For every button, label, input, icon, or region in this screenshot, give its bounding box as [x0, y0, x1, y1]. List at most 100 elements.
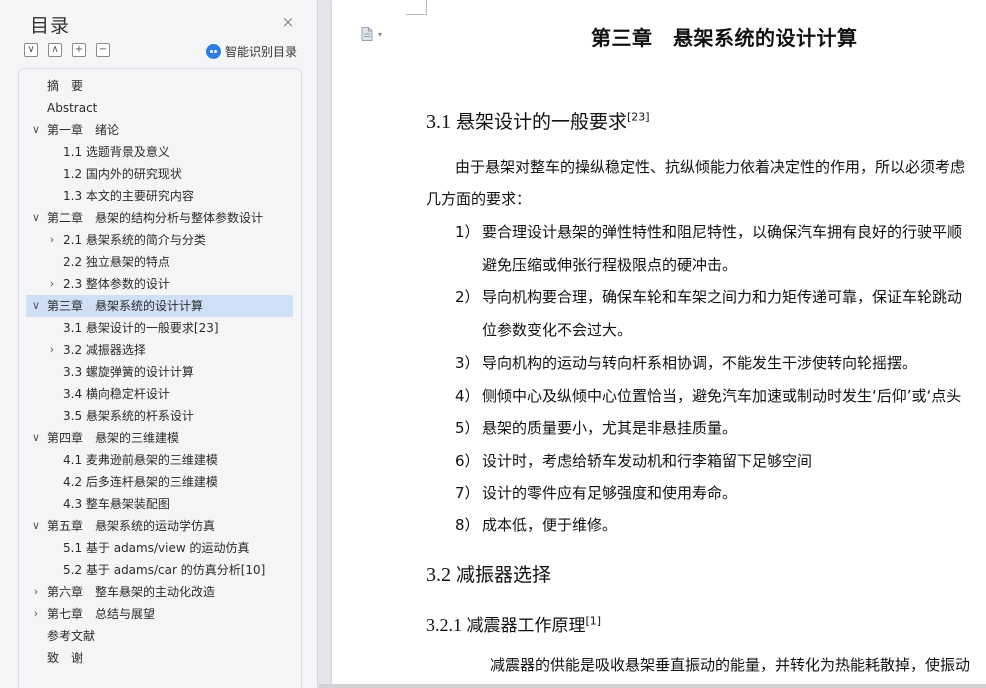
remove-level-button[interactable]: −: [96, 43, 110, 57]
horizontal-scrollbar[interactable]: [319, 684, 986, 688]
paragraph-line: 减震器的供能是吸收悬架垂直振动的能量，并转化为热能耗散掉，使振动: [490, 656, 971, 674]
toc-item[interactable]: Abstract: [26, 97, 293, 119]
toc-item[interactable]: › 第六章 整车悬架的主动化改造: [26, 581, 293, 603]
list-item-number: 2）: [455, 288, 480, 306]
expand-all-button[interactable]: ∧: [48, 43, 62, 57]
toc-item[interactable]: 3.4 横向稳定杆设计: [26, 383, 293, 405]
chapter-title: 第三章 悬架系统的设计计算: [591, 26, 858, 50]
toc-item-label: 2.2 独立悬架的特点: [63, 255, 170, 269]
document-area[interactable]: ▾ 第三章 悬架系统的设计计算 3.1 悬架设计的一般要求[23] 由于悬架对整…: [319, 0, 986, 688]
section-heading-3-2: 3.2 减振器选择: [426, 564, 552, 586]
chevron-down-icon[interactable]: ∨: [30, 119, 42, 141]
smart-toc-label: 智能识别目录: [225, 44, 298, 59]
toc-item-label: Abstract: [47, 101, 98, 115]
toc-item-label: 第六章 整车悬架的主动化改造: [47, 585, 216, 599]
toc-item-label: 1.2 国内外的研究现状: [63, 167, 182, 181]
toc-item[interactable]: › 3.2 减振器选择: [26, 339, 293, 361]
toc-item[interactable]: 4.2 后多连杆悬架的三维建模: [26, 471, 293, 493]
list-item-number: 1）: [455, 223, 480, 241]
toc-item[interactable]: ∨ 第五章 悬架系统的运动学仿真: [26, 515, 293, 537]
list-item: 避免压缩或伸张行程极限点的硬冲击。: [455, 254, 737, 275]
list-item-text: 导向机构要合理，确保车轮和车架之间力和力矩传递可靠，保证车轮跳动: [482, 288, 963, 306]
toc-item[interactable]: ∨ 第三章 悬架系统的设计计算: [26, 295, 293, 317]
chevron-right-icon[interactable]: ›: [30, 603, 42, 625]
toc-item-label: 3.3 螺旋弹簧的设计计算: [63, 365, 194, 379]
list-item: 4） 侧倾中心及纵倾中心位置恰当，避免汽车加速或制动时发生‘后仰’或‘点头: [455, 385, 961, 406]
close-icon[interactable]: ×: [281, 15, 295, 30]
chevron-down-icon[interactable]: ▾: [378, 30, 382, 39]
toc-item[interactable]: 2.2 独立悬架的特点: [26, 251, 293, 273]
list-item-text: 侧倾中心及纵倾中心位置恰当，避免汽车加速或制动时发生‘后仰’或‘点头: [482, 387, 962, 405]
toc-item[interactable]: 5.2 基于 adams/car 的仿真分析[10]: [26, 559, 293, 581]
list-item: 1） 要合理设计悬架的弹性特性和阻尼特性，以确保汽车拥有良好的行驶平顺: [455, 221, 962, 242]
toc-item[interactable]: 4.1 麦弗逊前悬架的三维建模: [26, 449, 293, 471]
paragraph-line: 由于悬架对整车的操纵稳定性、抗纵倾能力依着决定性的作用，所以必须考虑: [455, 158, 966, 176]
document-page[interactable]: ▾ 第三章 悬架系统的设计计算 3.1 悬架设计的一般要求[23] 由于悬架对整…: [332, 0, 986, 684]
list-item-text: 位参数变化不会过大。: [482, 321, 633, 339]
toc-item[interactable]: 致 谢: [26, 647, 293, 669]
chevron-right-icon[interactable]: ›: [46, 273, 58, 295]
toc-item-label: 5.1 基于 adams/view 的运动仿真: [63, 541, 250, 555]
chevron-right-icon[interactable]: ›: [30, 581, 42, 603]
paragraph-line: 几方面的要求：: [426, 190, 532, 208]
list-item: 7） 设计的零件应有足够强度和使用寿命。: [455, 482, 737, 503]
toc-item[interactable]: 摘 要: [26, 75, 293, 97]
smart-toc-button[interactable]: 智能识别目录: [206, 42, 297, 60]
toc-item-label: 3.5 悬架系统的杆系设计: [63, 409, 194, 423]
toc-item-label: 参考文献: [47, 629, 96, 643]
chevron-down-icon[interactable]: ∨: [30, 207, 42, 229]
toc-item-label: 第二章 悬架的结构分析与整体参数设计: [47, 211, 264, 225]
toc-item[interactable]: 3.1 悬架设计的一般要求[23]: [26, 317, 293, 339]
toc-item-label: 摘 要: [47, 79, 84, 93]
toc-item-label: 2.1 悬架系统的简介与分类: [63, 233, 206, 247]
list-item-text: 悬架的质量要小，尤其是非悬挂质量。: [482, 419, 738, 437]
toc-item[interactable]: ∨ 第四章 悬架的三维建模: [26, 427, 293, 449]
document-icon[interactable]: [361, 27, 373, 41]
list-item-number: 7）: [455, 484, 480, 502]
toc-item[interactable]: ∨ 第一章 绪论: [26, 119, 293, 141]
toc-panel: 目录 × ∨ ∧ + − 智能识别目录 摘 要 Abstract ∨ 第一章 绪论 1.…: [0, 0, 318, 688]
toc-item[interactable]: 3.3 螺旋弹簧的设计计算: [26, 361, 293, 383]
chevron-down-icon[interactable]: ∨: [30, 295, 42, 317]
section-heading-3-2-1: 3.2.1 减震器工作原理[1]: [426, 614, 602, 636]
toc-item-label: 4.3 整车悬架装配图: [63, 497, 170, 511]
add-level-button[interactable]: +: [72, 43, 86, 57]
list-item: 8） 成本低，便于维修。: [455, 514, 617, 535]
list-item-number: 8）: [455, 516, 480, 534]
toc-item[interactable]: ∨ 第二章 悬架的结构分析与整体参数设计: [26, 207, 293, 229]
toc-item-label: 3.2 减振器选择: [63, 343, 146, 357]
chevron-down-icon[interactable]: ∨: [30, 515, 42, 537]
toc-item-label: 1.3 本文的主要研究内容: [63, 189, 194, 203]
toc-item[interactable]: 4.3 整车悬架装配图: [26, 493, 293, 515]
toc-item-label: 2.3 整体参数的设计: [63, 277, 170, 291]
toc-item[interactable]: 参考文献: [26, 625, 293, 647]
toc-item-label: 5.2 基于 adams/car 的仿真分析[10]: [63, 563, 266, 577]
chevron-right-icon[interactable]: ›: [46, 229, 58, 251]
list-item-text: 要合理设计悬架的弹性特性和阻尼特性，以确保汽车拥有良好的行驶平顺: [482, 223, 963, 241]
toc-item[interactable]: 1.3 本文的主要研究内容: [26, 185, 293, 207]
toc-item-label: 4.1 麦弗逊前悬架的三维建模: [63, 453, 218, 467]
toc-item-label: 3.1 悬架设计的一般要求[23]: [63, 321, 219, 335]
list-item-number: 3）: [455, 354, 480, 372]
toc-title: 目录: [30, 15, 71, 37]
toc-item[interactable]: 1.2 国内外的研究现状: [26, 163, 293, 185]
toc-item[interactable]: › 2.1 悬架系统的简介与分类: [26, 229, 293, 251]
margin-corner-mark: [426, 0, 427, 14]
list-item-number: 6）: [455, 452, 480, 470]
toc-item[interactable]: › 第七章 总结与展望: [26, 603, 293, 625]
margin-corner-mark: [406, 14, 427, 15]
toc-item[interactable]: 3.5 悬架系统的杆系设计: [26, 405, 293, 427]
toc-item-label: 第一章 绪论: [47, 123, 120, 137]
chevron-right-icon[interactable]: ›: [46, 339, 58, 361]
list-item: 3） 导向机构的运动与转向杆系相协调，不能发生干涉使转向轮摇摆。: [455, 352, 917, 373]
toc-item[interactable]: › 2.3 整体参数的设计: [26, 273, 293, 295]
list-item-text: 成本低，便于维修。: [482, 516, 618, 534]
toc-item[interactable]: 1.1 选题背景及意义: [26, 141, 293, 163]
list-item-number: 5）: [455, 419, 480, 437]
list-item-text: 设计的零件应有足够强度和使用寿命。: [482, 484, 738, 502]
collapse-all-button[interactable]: ∨: [24, 43, 38, 57]
toc-item-label: 1.1 选题背景及意义: [63, 145, 170, 159]
list-item: 2） 导向机构要合理，确保车轮和车架之间力和力矩传递可靠，保证车轮跳动: [455, 286, 962, 307]
chevron-down-icon[interactable]: ∨: [30, 427, 42, 449]
toc-item[interactable]: 5.1 基于 adams/view 的运动仿真: [26, 537, 293, 559]
